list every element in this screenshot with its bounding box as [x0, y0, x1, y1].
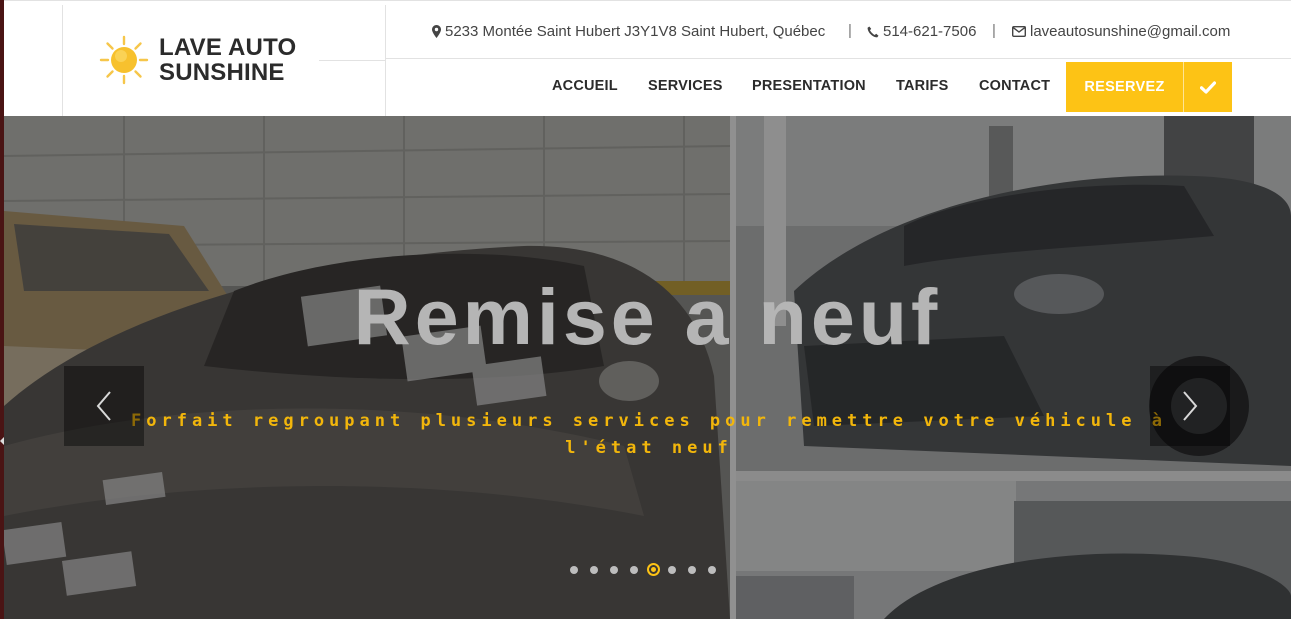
- reserve-check-button[interactable]: [1183, 62, 1232, 112]
- envelope-icon: [1012, 26, 1026, 37]
- slider-dot[interactable]: [610, 565, 618, 574]
- address-item: 5233 Montée Saint Hubert J3Y1V8 Saint Hu…: [432, 23, 825, 40]
- map-marker-icon: [432, 25, 441, 38]
- address-text: 5233 Montée Saint Hubert J3Y1V8 Saint Hu…: [445, 23, 826, 40]
- slider-next-button[interactable]: [1150, 366, 1230, 446]
- brand-name-line2: SUNSHINE: [159, 59, 285, 86]
- phone-icon: [867, 26, 879, 37]
- check-icon: [1200, 80, 1216, 94]
- slide-dark-overlay: [4, 116, 1291, 619]
- slider-dot[interactable]: [708, 565, 716, 574]
- email-link[interactable]: laveautosunshine@gmail.com: [1030, 23, 1230, 40]
- chevron-left-icon: [96, 391, 111, 421]
- separator: |: [848, 22, 852, 39]
- reserve-button[interactable]: RESERVEZ: [1066, 62, 1183, 112]
- chevron-right-icon: [1183, 391, 1198, 421]
- nav-item-accueil[interactable]: ACCUEIL: [552, 78, 618, 94]
- page-edge-marker: [0, 437, 4, 445]
- slider-dot[interactable]: [630, 565, 638, 574]
- hero-slider: Remise a neuf Forfait regroupant plusieu…: [4, 116, 1291, 619]
- nav-item-presentation[interactable]: PRESENTATION: [752, 78, 866, 94]
- site-header: LAVE AUTO SUNSHINE 5233 Montée Saint Hub…: [4, 0, 1291, 117]
- nav-item-contact[interactable]: CONTACT: [979, 78, 1050, 94]
- slider-dot[interactable]: [647, 563, 660, 576]
- sun-icon: [99, 35, 149, 85]
- slider-dot[interactable]: [668, 565, 676, 574]
- slider-dot[interactable]: [688, 565, 696, 574]
- slider-prev-button[interactable]: [64, 366, 144, 446]
- phone-link[interactable]: 514-621-7506: [883, 23, 976, 40]
- slide-subtitle: Forfait regroupant plusieurs services po…: [131, 411, 1167, 458]
- slide-title: Remise a neuf: [353, 272, 942, 361]
- logo[interactable]: LAVE AUTO SUNSHINE: [62, 5, 386, 117]
- phone-item[interactable]: 514-621-7506: [867, 23, 976, 40]
- brand-name-line1: LAVE AUTO: [159, 34, 297, 61]
- nav-item-services[interactable]: SERVICES: [648, 78, 723, 94]
- separator: |: [992, 22, 996, 39]
- slider-pagination: [570, 563, 728, 576]
- main-nav: ACCUEIL SERVICES PRESENTATION TARIFS CON…: [386, 59, 1291, 117]
- slider-dot[interactable]: [590, 565, 598, 574]
- slider-dot[interactable]: [570, 565, 578, 574]
- email-item[interactable]: laveautosunshine@gmail.com: [1012, 23, 1230, 40]
- divider: [319, 60, 385, 61]
- contact-bar: 5233 Montée Saint Hubert J3Y1V8 Saint Hu…: [386, 5, 1291, 59]
- nav-item-tarifs[interactable]: TARIFS: [896, 78, 948, 94]
- brand-name: LAVE AUTO SUNSHINE: [159, 35, 296, 85]
